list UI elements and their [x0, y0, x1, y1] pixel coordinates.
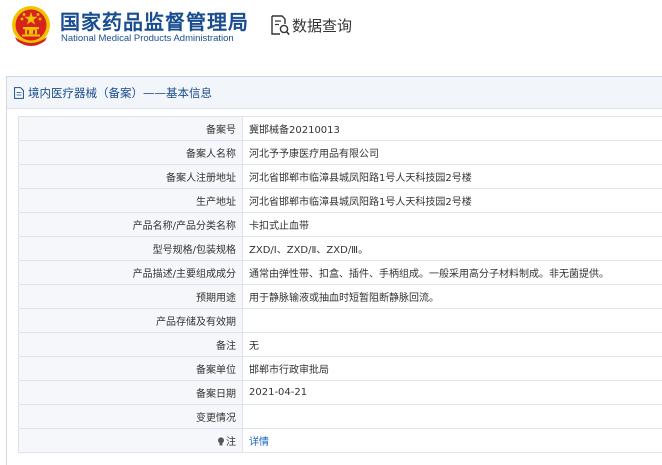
- national-emblem-icon: [12, 6, 50, 46]
- field-label: 备注: [18, 332, 243, 357]
- field-value: 2021-04-21: [242, 380, 662, 405]
- lightbulb-icon: [218, 437, 224, 446]
- table-row: 备注 无: [18, 332, 662, 357]
- data-query-icon[interactable]: [270, 14, 290, 36]
- table-row: 备案单位 邯郸市行政审批局: [18, 356, 662, 381]
- org-name-cn: 国家药品监督管理局: [60, 10, 249, 34]
- field-label: 变更情况: [18, 404, 243, 429]
- panel-title: 境内医疗器械（备案）——基本信息: [28, 86, 212, 100]
- field-label: 备案单位: [18, 356, 243, 381]
- panel-header: 境内医疗器械（备案）——基本信息: [7, 77, 662, 109]
- data-query-link[interactable]: 数据查询: [292, 15, 352, 36]
- field-label: 生产地址: [18, 188, 243, 213]
- table-row: 型号规格/包装规格 ZXD/Ⅰ、ZXD/Ⅱ、ZXD/Ⅲ。: [18, 236, 662, 261]
- field-value: ZXD/Ⅰ、ZXD/Ⅱ、ZXD/Ⅲ。: [242, 236, 662, 261]
- field-value: 无: [242, 332, 662, 357]
- field-label: 产品名称/产品分类名称: [18, 212, 243, 237]
- field-value: 用于静脉输液或抽血时短暂阻断静脉回流。: [242, 284, 662, 309]
- table-row: 变更情况: [18, 404, 662, 429]
- table-row: 备案人注册地址 河北省邯郸市临漳县城凤阳路1号人天科技园2号楼: [18, 164, 662, 189]
- document-icon: [14, 87, 24, 99]
- field-label: 备案人名称: [18, 140, 243, 165]
- table-row: 备案人名称 河北予予康医疗用品有限公司: [18, 140, 662, 165]
- table-row: 生产地址 河北省邯郸市临漳县城凤阳路1号人天科技园2号楼: [18, 188, 662, 213]
- table-row: 产品描述/主要组成成分 通常由弹性带、扣盒、插件、手柄组成。一般采用高分子材料制…: [18, 260, 662, 285]
- table-row: 产品存储及有效期: [18, 308, 662, 333]
- field-value: 河北予予康医疗用品有限公司: [242, 140, 662, 165]
- field-label: 备案日期: [18, 380, 243, 405]
- note-value-cell: 详情: [242, 428, 662, 453]
- org-name-en: National Medical Products Administration: [61, 33, 234, 44]
- site-header: 国家药品监督管理局 National Medical Products Admi…: [0, 0, 662, 52]
- field-value: 通常由弹性带、扣盒、插件、手柄组成。一般采用高分子材料制成。非无菌提供。: [242, 260, 662, 285]
- field-label: 预期用途: [18, 284, 243, 309]
- field-value: 邯郸市行政审批局: [242, 356, 662, 381]
- field-label: 产品存储及有效期: [18, 308, 243, 333]
- detail-panel: 境内医疗器械（备案）——基本信息 备案号 冀邯械备20210013 备案人名称 …: [6, 76, 662, 465]
- field-value: [242, 404, 662, 429]
- note-label: 注: [226, 437, 236, 448]
- info-table: 备案号 冀邯械备20210013 备案人名称 河北予予康医疗用品有限公司 备案人…: [18, 116, 662, 453]
- table-row: 产品名称/产品分类名称 卡扣式止血带: [18, 212, 662, 237]
- note-label-cell: 注: [18, 428, 243, 453]
- table-row: 预期用途 用于静脉输液或抽血时短暂阻断静脉回流。: [18, 284, 662, 309]
- field-label: 型号规格/包装规格: [18, 236, 243, 261]
- field-label: 备案人注册地址: [18, 164, 243, 189]
- field-value: 冀邯械备20210013: [242, 116, 662, 141]
- details-link[interactable]: 详情: [249, 437, 269, 448]
- table-row-note: 注 详情: [18, 428, 662, 453]
- field-value: 卡扣式止血带: [242, 212, 662, 237]
- table-row: 备案号 冀邯械备20210013: [18, 116, 662, 141]
- field-value: 河北省邯郸市临漳县城凤阳路1号人天科技园2号楼: [242, 164, 662, 189]
- table-row: 备案日期 2021-04-21: [18, 380, 662, 405]
- field-label: 产品描述/主要组成成分: [18, 260, 243, 285]
- field-value: [242, 308, 662, 333]
- field-value: 河北省邯郸市临漳县城凤阳路1号人天科技园2号楼: [242, 188, 662, 213]
- field-label: 备案号: [18, 116, 243, 141]
